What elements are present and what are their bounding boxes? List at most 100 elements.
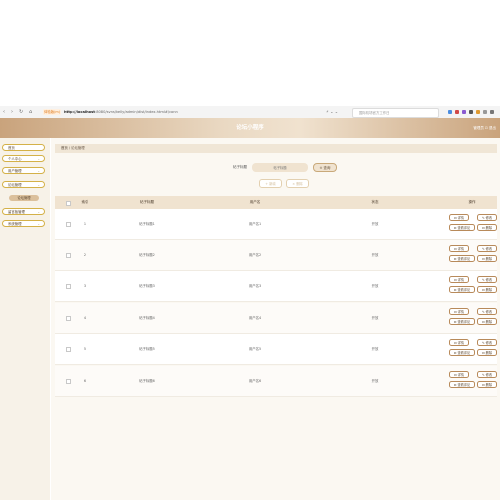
sidebar-item-system[interactable]: 系统管理 ⌄: [2, 220, 45, 227]
detail-button[interactable]: ⊡ 详情: [449, 308, 469, 315]
cell-index: 4: [83, 316, 87, 320]
delete-button[interactable]: ⊡ 删除: [477, 349, 497, 356]
cell-status: 开放: [371, 284, 379, 288]
breadcrumb-current: 论坛管理: [71, 146, 85, 150]
view-comments-button[interactable]: ⊡ 查看评论: [449, 224, 475, 231]
cell-index: 1: [83, 222, 87, 226]
edit-button[interactable]: ✎ 修改: [477, 276, 497, 283]
delete-button[interactable]: ⊡ 删除: [477, 224, 497, 231]
cell-title: 帖子标题1: [139, 222, 155, 226]
menu-icon[interactable]: [490, 110, 494, 114]
extension-icon[interactable]: [462, 110, 466, 114]
table-row: 4 帖子标题4 用户名4 开放 ⊡ 详情 ✎ 修改 ⊡ 查看评论 ⊡ 删除: [55, 303, 497, 334]
chevron-down-icon: ⌄: [37, 210, 40, 214]
column-header: 用户名: [249, 200, 261, 204]
extension-icon[interactable]: [483, 110, 487, 114]
url-host: http://localhost: [64, 110, 96, 114]
user-info[interactable]: 管理员 ⊡ 退出: [466, 124, 496, 132]
detail-button[interactable]: ⊡ 详情: [449, 339, 469, 346]
edit-button[interactable]: ✎ 修改: [477, 339, 497, 346]
detail-button[interactable]: ⊡ 详情: [449, 245, 469, 252]
back-icon[interactable]: ‹: [3, 109, 5, 115]
breadcrumb-home[interactable]: 首页: [61, 146, 68, 150]
view-comments-button[interactable]: ⊡ 查看评论: [449, 255, 475, 262]
cell-title: 帖子标题4: [139, 316, 155, 320]
row-checkbox[interactable]: [66, 379, 71, 384]
detail-button[interactable]: ⊡ 详情: [449, 371, 469, 378]
row-checkbox[interactable]: [66, 284, 71, 289]
address-bar[interactable]: http://localhost:8080/svns/kelly/admin/d…: [64, 109, 178, 115]
row-checkbox[interactable]: [66, 316, 71, 321]
extension-icon[interactable]: [476, 110, 480, 114]
chevron-down-icon: ⌄: [37, 222, 40, 226]
edit-button[interactable]: ✎ 修改: [477, 214, 497, 221]
bulk-delete-button[interactable]: × 删除: [286, 179, 309, 188]
search-button[interactable]: ⊙ 查询: [313, 163, 337, 172]
cell-status: 开放: [371, 347, 379, 351]
sidebar-item-messages[interactable]: 留言板管理 ⌄: [2, 208, 45, 215]
edit-button[interactable]: ✎ 修改: [477, 371, 497, 378]
cell-index: 5: [83, 347, 87, 351]
cell-username: 用户名2: [248, 253, 262, 257]
reload-icon[interactable]: ↻: [19, 109, 23, 115]
cell-status: 开放: [371, 379, 379, 383]
edit-button[interactable]: ✎ 修改: [477, 308, 497, 315]
add-button[interactable]: + 新增: [259, 179, 282, 188]
browser-search-box[interactable]: 国际机场官方工作日: [352, 108, 439, 118]
sidebar-item-users[interactable]: 用户管理 ⌄: [2, 167, 45, 174]
cell-username: 用户名5: [248, 347, 262, 351]
sidebar-item-label: 系统管理: [8, 222, 22, 226]
cell-title: 帖子标题6: [139, 379, 155, 383]
row-checkbox[interactable]: [66, 253, 71, 258]
column-header: 帖子标题: [140, 200, 154, 204]
main-content: 首页 / 论坛管理 帖子标题 ⊙ 查询 + 新增 × 删除 索引 帖子标题 用户…: [51, 138, 500, 500]
view-comments-button[interactable]: ⊡ 查看评论: [449, 318, 475, 325]
edit-button[interactable]: ✎ 修改: [477, 245, 497, 252]
search-input[interactable]: [252, 163, 308, 172]
cell-title: 帖子标题3: [139, 284, 155, 288]
extension-icon[interactable]: [448, 110, 452, 114]
breadcrumb-separator: /: [68, 146, 71, 150]
sidebar-item-label: 留言板管理: [8, 210, 25, 214]
view-comments-button[interactable]: ⊡ 查看评论: [449, 286, 475, 293]
delete-button[interactable]: ⊡ 删除: [477, 318, 497, 325]
sidebar-item-forum[interactable]: 论坛管理 ⌄: [2, 181, 45, 188]
table-row: 5 帖子标题5 用户名5 开放 ⊡ 详情 ✎ 修改 ⊡ 查看评论 ⊡ 删除: [55, 334, 497, 365]
column-header: 操作: [468, 200, 476, 204]
cell-username: 用户名4: [248, 316, 262, 320]
app-header: 论坛小程序 管理员 ⊡ 退出: [0, 118, 500, 138]
detail-button[interactable]: ⊡ 详情: [449, 214, 469, 221]
delete-button[interactable]: ⊡ 删除: [477, 255, 497, 262]
forward-icon[interactable]: ›: [11, 109, 13, 115]
breadcrumb: 首页 / 论坛管理: [55, 144, 497, 153]
delete-button[interactable]: ⊡ 删除: [477, 381, 497, 388]
row-checkbox[interactable]: [66, 222, 71, 227]
chevron-down-icon: ⌄: [37, 157, 40, 161]
browser-menu-icons[interactable]: ⚡ ⌄ ⌄: [326, 109, 338, 115]
table-row: 2 帖子标题2 用户名2 开放 ⊡ 详情 ✎ 修改 ⊡ 查看评论 ⊡ 删除: [55, 240, 497, 271]
select-all-checkbox[interactable]: [66, 201, 71, 206]
home-icon[interactable]: ⌂: [29, 109, 32, 115]
sidebar-subitem-forum[interactable]: 论坛管理: [9, 195, 39, 201]
cell-status: 开放: [371, 222, 379, 226]
sidebar-item-label: 论坛管理: [8, 183, 22, 187]
detail-button[interactable]: ⊡ 详情: [449, 276, 469, 283]
tab-badge[interactable]: 体验版(m): [43, 109, 61, 115]
blank-area: [0, 0, 500, 106]
cell-title: 帖子标题5: [139, 347, 155, 351]
chevron-down-icon: ⌄: [37, 169, 40, 173]
table-row: 3 帖子标题3 用户名3 开放 ⊡ 详情 ✎ 修改 ⊡ 查看评论 ⊡ 删除: [55, 271, 497, 302]
extension-icon[interactable]: [455, 110, 459, 114]
view-comments-button[interactable]: ⊡ 查看评论: [449, 349, 475, 356]
sidebar: 首页 个人中心 ⌄ 用户管理 ⌄ 论坛管理 ⌄ 论坛管理 留言板管理 ⌄ 系统管理 ⌄: [0, 138, 50, 500]
chevron-down-icon: ⌄: [37, 183, 40, 187]
sidebar-item-label: 用户管理: [8, 169, 22, 173]
sidebar-item-home[interactable]: 首页: [2, 144, 45, 151]
delete-button[interactable]: ⊡ 删除: [477, 286, 497, 293]
search-label: 帖子标题: [233, 165, 247, 169]
cell-status: 开放: [371, 316, 379, 320]
view-comments-button[interactable]: ⊡ 查看评论: [449, 381, 475, 388]
extension-icon[interactable]: [469, 110, 473, 114]
sidebar-item-profile[interactable]: 个人中心 ⌄: [2, 155, 45, 162]
row-checkbox[interactable]: [66, 347, 71, 352]
